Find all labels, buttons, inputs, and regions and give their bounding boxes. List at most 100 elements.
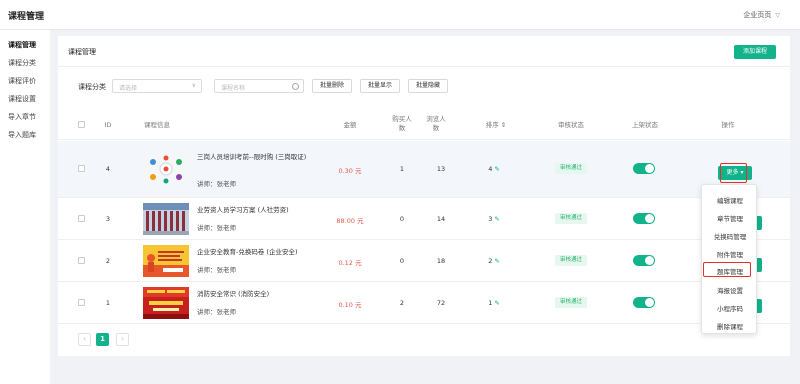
course-name-input[interactable]: 课程名称 bbox=[214, 79, 304, 93]
view-count: 14 bbox=[436, 215, 446, 223]
sort-number: 1 bbox=[488, 299, 493, 307]
course-price: 0.12 元 bbox=[338, 259, 362, 267]
audit-status-badge: 审核通过 bbox=[555, 255, 587, 266]
course-panel: 课程管理 添加课程 课程分类 请选择 ∨ 课程名称 批量删除 批量显示 批量隐藏… bbox=[58, 36, 790, 356]
category-filter-label: 课程分类 bbox=[78, 83, 106, 91]
sort-value[interactable]: 3 ✎ bbox=[482, 215, 506, 223]
sidebar-item-course-settings[interactable]: 课程设置 bbox=[8, 94, 36, 104]
toggle-knob bbox=[645, 298, 654, 307]
toggle-knob bbox=[645, 164, 654, 173]
course-teacher: 讲师：张老师 bbox=[197, 180, 236, 188]
sort-value[interactable]: 2 ✎ bbox=[482, 257, 506, 265]
sort-value[interactable]: 1 ✎ bbox=[482, 299, 506, 307]
category-placeholder: 请选择 bbox=[119, 85, 138, 92]
table-row: 1 消防安全常识 (消防安全) 讲师：张老师 0.10 元 2 72 1 ✎ 审核… bbox=[58, 282, 790, 324]
table-row: 3 业劳资人员学习方案 (人社劳资) 讲师：张老师 88.00 元 0 14 3… bbox=[58, 198, 790, 240]
menu-item-delete-course[interactable]: 删除课程 bbox=[702, 321, 758, 331]
course-teacher: 讲师：张老师 bbox=[197, 224, 236, 232]
divider bbox=[58, 66, 790, 67]
app-title: 课程管理 bbox=[8, 12, 45, 22]
edit-pencil-icon[interactable]: ✎ bbox=[494, 257, 499, 265]
row-id: 1 bbox=[105, 299, 111, 307]
sort-number: 3 bbox=[488, 215, 493, 223]
course-teacher: 讲师：张老师 bbox=[197, 308, 236, 316]
row-id: 4 bbox=[105, 165, 111, 173]
menu-item-mini-program-code[interactable]: 小程序码 bbox=[702, 303, 758, 313]
pager-page-1[interactable]: 1 bbox=[96, 333, 109, 346]
row-checkbox[interactable] bbox=[78, 299, 85, 306]
view-count: 13 bbox=[436, 165, 446, 173]
course-name[interactable]: 消防安全常识 (消防安全) bbox=[197, 289, 312, 299]
table-header: ID 课程信息 金额 购买人数 浏览人数 排序 ⇕ 审核状态 上架状态 操作 bbox=[58, 110, 790, 140]
sort-number: 4 bbox=[488, 165, 493, 173]
sidebar-item-import-questions[interactable]: 导入题库 bbox=[8, 130, 36, 140]
menu-item-poster-settings[interactable]: 海报设置 bbox=[702, 285, 758, 295]
search-icon bbox=[292, 83, 299, 90]
col-ops: 操作 bbox=[721, 121, 735, 129]
batch-delete-button[interactable]: 批量删除 bbox=[312, 79, 352, 93]
sidebar-item-course-review[interactable]: 课程评价 bbox=[8, 76, 36, 86]
col-views: 浏览人数 bbox=[426, 115, 446, 132]
col-sort[interactable]: 排序 ⇕ bbox=[476, 121, 516, 130]
tenant-name: 企业页页 bbox=[743, 11, 772, 19]
shelf-toggle[interactable] bbox=[633, 297, 655, 308]
col-buyers: 购买人数 bbox=[392, 115, 412, 132]
course-thumbnail bbox=[143, 153, 189, 185]
pager-prev[interactable]: ‹ bbox=[78, 333, 91, 346]
pager-next[interactable]: › bbox=[116, 333, 129, 346]
table-row: 4 三岗人员培训考前--限时购 (三岗取证) 讲师：张老师 0.30 元 1 1… bbox=[58, 141, 790, 198]
menu-item-redeem-code-manage[interactable]: 兑换码管理 bbox=[702, 231, 758, 241]
course-name[interactable]: 三岗人员培训考前--限时购 (三岗取证) bbox=[197, 152, 312, 162]
row-id: 3 bbox=[105, 215, 111, 223]
menu-item-chapter-manage[interactable]: 章节管理 bbox=[702, 213, 758, 223]
buyer-count: 2 bbox=[399, 299, 405, 307]
buyer-count: 0 bbox=[399, 257, 405, 265]
course-name[interactable]: 企业安全教育-兑换码卷 (企业安全) bbox=[197, 247, 312, 257]
more-dropdown-menu: 编辑课程 章节管理 兑换码管理 附件管理 题库管理 海报设置 小程序码 删除课程 bbox=[701, 184, 757, 334]
shelf-toggle[interactable] bbox=[633, 255, 655, 266]
batch-hide-button[interactable]: 批量隐藏 bbox=[408, 79, 448, 93]
batch-show-button[interactable]: 批量显示 bbox=[360, 79, 400, 93]
audit-status-badge: 审核通过 bbox=[555, 213, 587, 224]
row-checkbox[interactable] bbox=[78, 215, 85, 222]
course-price: 0.10 元 bbox=[338, 301, 362, 309]
audit-status-badge: 审核通过 bbox=[555, 163, 587, 174]
buyer-count: 0 bbox=[399, 215, 405, 223]
col-audit: 审核状态 bbox=[558, 121, 584, 129]
row-checkbox[interactable] bbox=[78, 165, 85, 172]
shelf-toggle[interactable] bbox=[633, 213, 655, 224]
toggle-knob bbox=[645, 256, 654, 265]
row-checkbox[interactable] bbox=[78, 257, 85, 264]
menu-item-edit-course[interactable]: 编辑课程 bbox=[702, 195, 758, 205]
view-count: 18 bbox=[436, 257, 446, 265]
col-course-info: 课程信息 bbox=[144, 121, 170, 129]
add-course-button[interactable]: 添加课程 bbox=[734, 45, 776, 59]
select-all-checkbox[interactable] bbox=[78, 121, 85, 128]
tenant-switcher[interactable]: 企业页页 ▽ bbox=[743, 10, 780, 20]
highlight-box-more bbox=[720, 163, 747, 183]
edit-pencil-icon[interactable]: ✎ bbox=[494, 299, 499, 307]
edit-pencil-icon[interactable]: ✎ bbox=[494, 165, 499, 173]
chevron-down-icon: ∨ bbox=[191, 82, 196, 89]
course-price: 0.30 元 bbox=[338, 167, 362, 175]
course-name[interactable]: 业劳资人员学习方案 (人社劳资) bbox=[197, 205, 312, 215]
sidebar-item-import-chapters[interactable]: 导入章节 bbox=[8, 112, 36, 122]
sidebar-item-course-category[interactable]: 课程分类 bbox=[8, 58, 36, 68]
edit-pencil-icon[interactable]: ✎ bbox=[494, 215, 499, 223]
shelf-toggle[interactable] bbox=[633, 163, 655, 174]
sidebar-item-course-manage[interactable]: 课程管理 bbox=[8, 40, 36, 50]
chevron-down-icon: ▽ bbox=[775, 12, 780, 19]
highlight-box-question-bank bbox=[703, 262, 751, 277]
row-id: 2 bbox=[105, 257, 111, 265]
sidebar: 课程管理 课程分类 课程评价 课程设置 导入章节 导入题库 bbox=[0, 30, 50, 384]
course-teacher: 讲师：张老师 bbox=[197, 266, 236, 274]
sort-value[interactable]: 4 ✎ bbox=[482, 165, 506, 173]
table-row: 2 企业安全教育-兑换码卷 (企业安全) 讲师：张老师 0.12 元 0 18 … bbox=[58, 240, 790, 282]
menu-item-attachment-manage[interactable]: 附件管理 bbox=[702, 249, 758, 259]
view-count: 72 bbox=[436, 299, 446, 307]
category-select[interactable]: 请选择 ∨ bbox=[112, 79, 202, 93]
col-price: 金额 bbox=[343, 121, 357, 129]
course-price: 88.00 元 bbox=[336, 217, 364, 225]
col-shelf: 上架状态 bbox=[632, 121, 658, 129]
col-id: ID bbox=[104, 121, 112, 129]
